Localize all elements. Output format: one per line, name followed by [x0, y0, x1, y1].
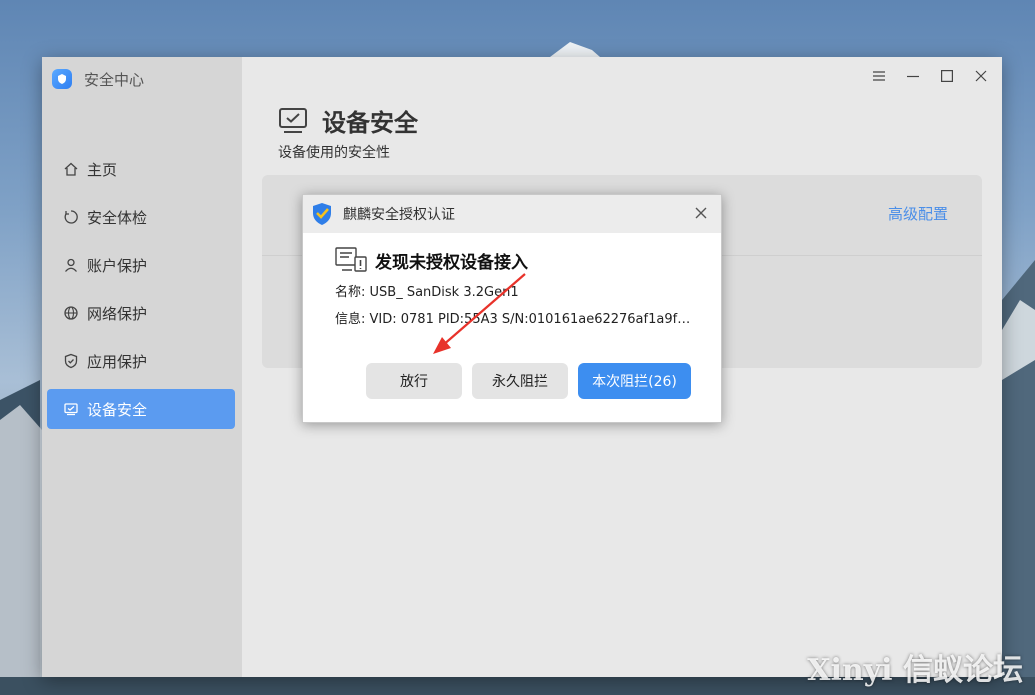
watermark: Xinyi 信蚁论坛 [807, 653, 1023, 688]
page-title: 设备安全 [322, 109, 418, 137]
auth-dialog: 麒麟安全授权认证 发现未授权设备接入 名称: USB_ SanDisk 3.2G… [302, 194, 722, 423]
sidebar-nav: 主页 安全体检 账户保护 网络保护 应用保护 设备安全 [47, 149, 235, 437]
sidebar-item-app-protect[interactable]: 应用保护 [47, 341, 235, 381]
app-logo-icon [52, 69, 72, 89]
sidebar-item-device-security[interactable]: 设备安全 [47, 389, 235, 429]
sidebar-item-label: 安全体检 [87, 208, 148, 227]
window-controls [870, 67, 990, 85]
device-security-icon [279, 107, 307, 133]
dialog-body: 发现未授权设备接入 名称: USB_ SanDisk 3.2Gen1 信息: V… [335, 247, 701, 327]
dialog-title: 麒麟安全授权认证 [343, 207, 455, 223]
device-icon [64, 403, 78, 416]
sidebar-item-label: 主页 [87, 160, 118, 179]
close-icon[interactable] [972, 67, 990, 85]
sidebar-item-account[interactable]: 账户保护 [47, 245, 235, 285]
sidebar-item-label: 应用保护 [87, 352, 148, 371]
menu-icon[interactable] [870, 67, 888, 85]
sidebar-item-network[interactable]: 网络保护 [47, 293, 235, 333]
block-once-button[interactable]: 本次阻拦(26) [578, 363, 691, 399]
allow-button[interactable]: 放行 [366, 363, 462, 399]
page-subtitle: 设备使用的安全性 [278, 145, 390, 161]
scan-icon [64, 210, 78, 224]
device-info: 信息: VID: 0781 PID:55A3 S/N:010161ae62276… [335, 312, 691, 327]
page-header: 设备安全 设备使用的安全性 [278, 103, 418, 162]
sidebar-item-scan[interactable]: 安全体检 [47, 197, 235, 237]
sidebar: 安全中心 主页 安全体检 账户保护 网络保护 应用保护 设备安全 [42, 57, 242, 677]
globe-icon [64, 306, 78, 320]
shield-icon [64, 353, 78, 369]
user-icon [65, 258, 77, 272]
sidebar-item-label: 账户保护 [87, 256, 148, 275]
maximize-icon[interactable] [938, 67, 956, 85]
device-warning-icon [335, 247, 367, 272]
minimize-icon[interactable] [904, 67, 922, 85]
kylin-shield-icon [313, 203, 331, 225]
sidebar-item-label: 设备安全 [87, 400, 148, 419]
app-title-label: 安全中心 [84, 70, 145, 89]
sidebar-item-home[interactable]: 主页 [47, 149, 235, 189]
advanced-config-link[interactable]: 高级配置 [888, 203, 948, 224]
device-name: 名称: USB_ SanDisk 3.2Gen1 [335, 285, 519, 300]
dialog-titlebar: 麒麟安全授权认证 [303, 195, 721, 233]
dialog-buttons: 放行 永久阻拦 本次阻拦(26) [366, 363, 691, 399]
home-icon [64, 162, 78, 176]
block-forever-button[interactable]: 永久阻拦 [472, 363, 568, 399]
app-title: 安全中心 [52, 67, 144, 91]
dialog-heading: 发现未授权设备接入 [375, 252, 528, 273]
sidebar-item-label: 网络保护 [87, 304, 148, 323]
dialog-close-icon[interactable] [693, 205, 709, 221]
